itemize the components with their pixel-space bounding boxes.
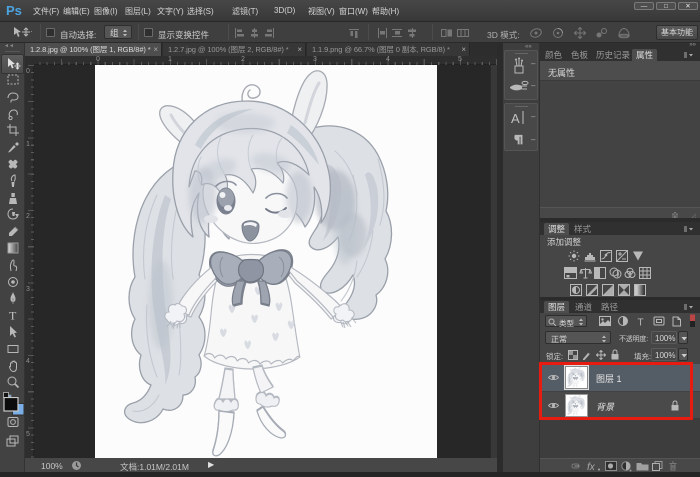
svg-text:fx: fx [587, 462, 596, 471]
svg-text:A: A [511, 111, 520, 126]
svg-text:T: T [9, 309, 17, 323]
svg-text:T: T [638, 318, 644, 328]
